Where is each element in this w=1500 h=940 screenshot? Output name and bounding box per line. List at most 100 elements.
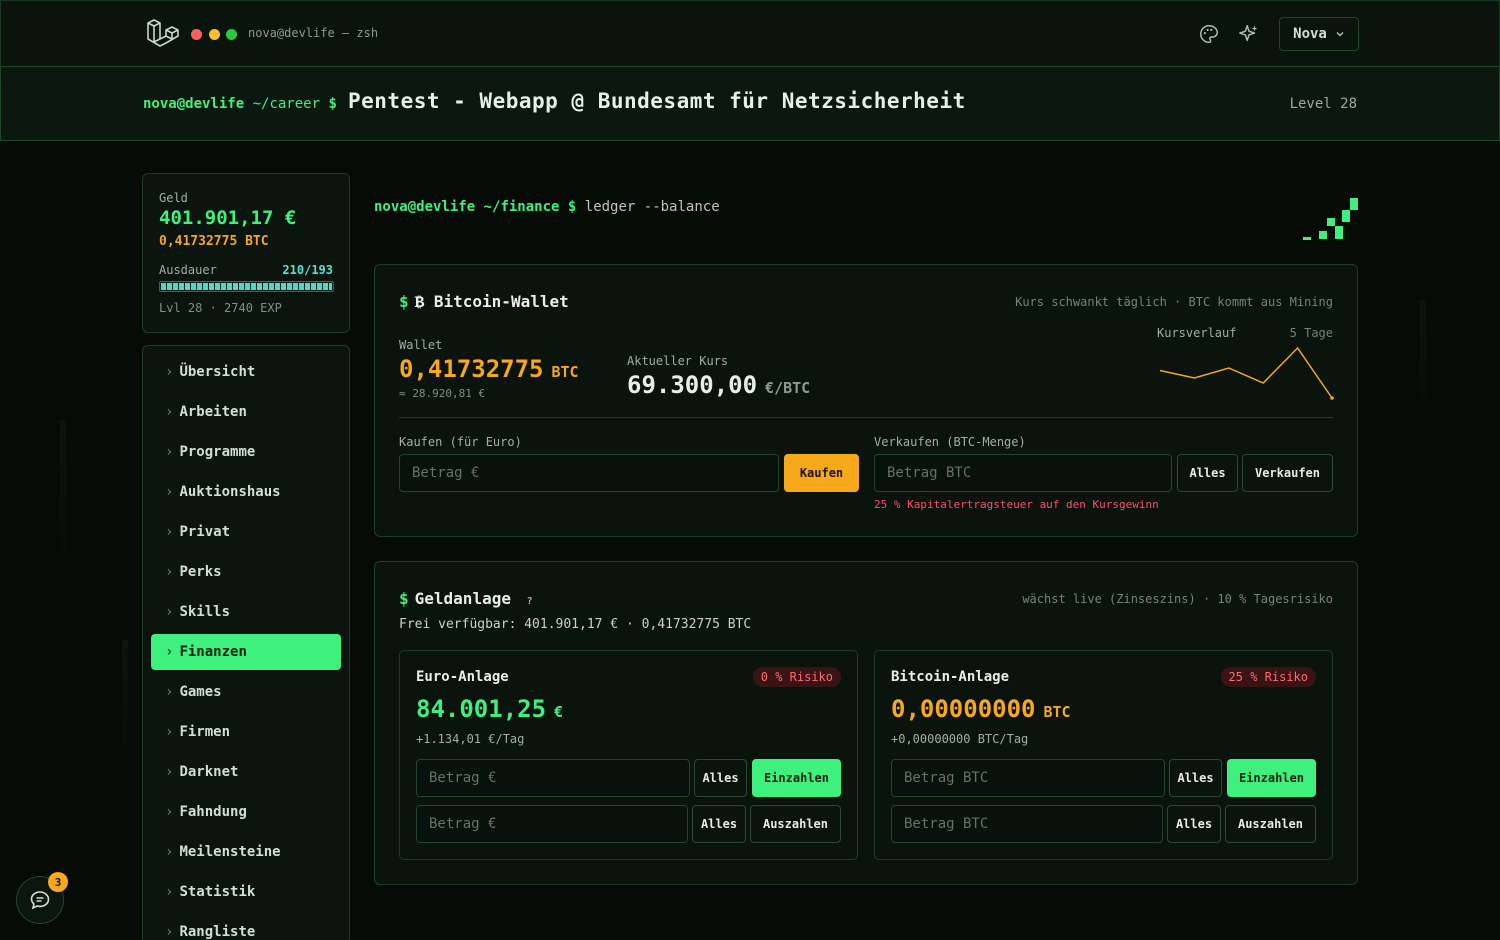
window-minimize-dot[interactable] xyxy=(209,29,220,40)
sidebar-item-auktionshaus[interactable]: › Auktionshaus xyxy=(151,474,341,510)
euro-investment-title: Euro-Anlage xyxy=(416,669,509,685)
dollar-sign: $ xyxy=(399,292,409,311)
chevron-right-icon: › xyxy=(165,684,174,700)
euro-deposit-all-button[interactable]: Alles xyxy=(694,759,747,797)
chevron-right-icon: › xyxy=(165,644,174,660)
level-indicator: Level 28 xyxy=(1289,96,1357,112)
signal-bars-icon xyxy=(1303,198,1358,240)
chevron-right-icon: › xyxy=(165,364,174,380)
chevron-right-icon: › xyxy=(165,764,174,780)
sidebar-item-label: Meilensteine xyxy=(179,844,281,860)
sidebar-item-uebersicht[interactable]: › Übersicht xyxy=(151,354,341,390)
chevron-right-icon: › xyxy=(165,924,174,940)
sidebar-item-darknet[interactable]: › Darknet xyxy=(151,754,341,790)
sell-button[interactable]: Verkaufen xyxy=(1242,454,1333,492)
bitcoin-investment-card: Bitcoin-Anlage 25 % Risiko 0,00000000 BTC… xyxy=(874,650,1333,860)
euro-deposit-placeholder: Betrag € xyxy=(429,770,497,786)
top-bar: nova@devlife — zsh Nova xyxy=(0,0,1500,67)
sidebar-item-label: Games xyxy=(179,684,222,700)
buy-amount-input[interactable]: Betrag € xyxy=(399,454,779,492)
dollar-sign: $ xyxy=(399,589,409,608)
euro-withdraw-input[interactable]: Betrag € xyxy=(416,805,688,843)
sidebar-item-label: Rangliste xyxy=(179,924,256,940)
prompt-path: ~/career xyxy=(252,96,321,112)
wallet-hint: Kurs schwankt täglich · BTC kommt aus Mi… xyxy=(1015,295,1333,309)
bitcoin-investment-title: Bitcoin-Anlage xyxy=(891,669,1010,685)
bitcoin-withdraw-placeholder: Betrag BTC xyxy=(904,816,989,832)
sell-all-button[interactable]: Alles xyxy=(1177,454,1238,492)
help-icon[interactable]: ? xyxy=(527,596,533,607)
sidebar-item-skills[interactable]: › Skills xyxy=(151,594,341,630)
window-maximize-dot[interactable] xyxy=(226,29,237,40)
euro-investment-amount: 84.001,25 xyxy=(416,695,547,723)
sidebar-item-meilensteine[interactable]: › Meilensteine xyxy=(151,834,341,870)
wallet-panel-title: $ ₿ Bitcoin-Wallet xyxy=(399,292,569,312)
sparkle-icon[interactable] xyxy=(1238,23,1260,45)
job-title: Pentest - Webapp @ Bundesamt für Netzsic… xyxy=(348,89,966,113)
app-logo-icon[interactable] xyxy=(145,17,179,51)
euro-withdraw-all-button[interactable]: Alles xyxy=(692,805,746,843)
sidebar-item-fahndung[interactable]: › Fahndung xyxy=(151,794,341,830)
rate-value: 69.300,00 €/BTC xyxy=(627,371,810,399)
bitcoin-deposit-button[interactable]: Einzahlen xyxy=(1227,759,1316,797)
palette-icon[interactable] xyxy=(1198,23,1220,45)
sidebar-item-label: Privat xyxy=(179,524,231,540)
sidebar-item-arbeiten[interactable]: › Arbeiten xyxy=(151,394,341,430)
terminal-title: nova@devlife — zsh xyxy=(248,26,379,40)
sidebar-item-label: Darknet xyxy=(179,764,239,780)
sidebar-item-programme[interactable]: › Programme xyxy=(151,434,341,470)
wallet-value: 0,41732775 BTC xyxy=(399,355,579,383)
background-matrix xyxy=(122,640,128,770)
buy-button[interactable]: Kaufen xyxy=(784,454,859,492)
prompt-user: nova@devlife xyxy=(374,199,476,215)
rate-amount: 69.300,00 xyxy=(627,371,758,399)
sidebar-item-games[interactable]: › Games xyxy=(151,674,341,710)
euro-deposit-button[interactable]: Einzahlen xyxy=(752,759,841,797)
sidebar-item-label: Firmen xyxy=(179,724,231,740)
price-history-chart xyxy=(1159,346,1334,400)
euro-deposit-input[interactable]: Betrag € xyxy=(416,759,690,797)
chevron-right-icon: › xyxy=(165,724,174,740)
bitcoin-deposit-input[interactable]: Betrag BTC xyxy=(891,759,1165,797)
prompt-command: ledger --balance xyxy=(584,199,720,215)
price-point xyxy=(1330,396,1334,400)
chat-unread-badge: 3 xyxy=(48,872,68,892)
bitcoin-withdraw-input[interactable]: Betrag BTC xyxy=(891,805,1163,843)
rate-label: Aktueller Kurs xyxy=(627,354,729,368)
sidebar-item-statistik[interactable]: › Statistik xyxy=(151,874,341,910)
stamina-label: Ausdauer xyxy=(159,263,217,277)
sell-amount-placeholder: Betrag BTC xyxy=(887,465,972,481)
bitcoin-investment-amount: 0,00000000 xyxy=(891,695,1036,723)
euro-risk-badge: 0 % Risiko xyxy=(752,667,841,687)
btc-balance: 0,41732775 BTC xyxy=(159,234,269,249)
investment-panel: $ Geldanlage ? wächst live (Zinseszins) ·… xyxy=(374,561,1358,885)
stamina-bar-fill xyxy=(161,283,332,290)
sidebar-item-perks[interactable]: › Perks xyxy=(151,554,341,590)
invest-hint: wächst live (Zinseszins) · 10 % Tagesris… xyxy=(1022,592,1333,606)
sidebar-item-firmen[interactable]: › Firmen xyxy=(151,714,341,750)
euro-investment-value: 84.001,25 € xyxy=(416,695,563,723)
prompt-user: nova@devlife xyxy=(143,96,245,112)
chart-label: Kursverlauf xyxy=(1157,326,1237,340)
sidebar-item-label: Statistik xyxy=(179,884,256,900)
sidebar-item-privat[interactable]: › Privat xyxy=(151,514,341,550)
stamina-value: 210/193 xyxy=(282,263,333,277)
sell-amount-input[interactable]: Betrag BTC xyxy=(874,454,1172,492)
user-menu-button[interactable]: Nova xyxy=(1279,17,1359,51)
sell-label: Verkaufen (BTC-Menge) xyxy=(874,435,1026,449)
bitcoin-withdraw-button[interactable]: Auszahlen xyxy=(1225,805,1316,843)
bitcoin-withdraw-all-button[interactable]: Alles xyxy=(1167,805,1221,843)
sidebar-item-rangliste[interactable]: › Rangliste xyxy=(151,914,341,940)
sidebar-item-label: Übersicht xyxy=(179,364,256,380)
window-close-dot[interactable] xyxy=(191,29,202,40)
sidebar-item-finanzen[interactable]: › Finanzen xyxy=(151,634,341,670)
background-matrix xyxy=(60,420,66,580)
chevron-right-icon: › xyxy=(165,844,174,860)
euro-withdraw-button[interactable]: Auszahlen xyxy=(750,805,841,843)
bitcoin-deposit-all-button[interactable]: Alles xyxy=(1169,759,1222,797)
invest-title: Geldanlage xyxy=(414,589,511,608)
chart-range: 5 Tage xyxy=(1289,326,1333,340)
euro-investment-card: Euro-Anlage 0 % Risiko 84.001,25 € +1.134… xyxy=(399,650,858,860)
wallet-unit: BTC xyxy=(551,363,579,381)
money-value: 401.901,17 € xyxy=(159,207,297,229)
